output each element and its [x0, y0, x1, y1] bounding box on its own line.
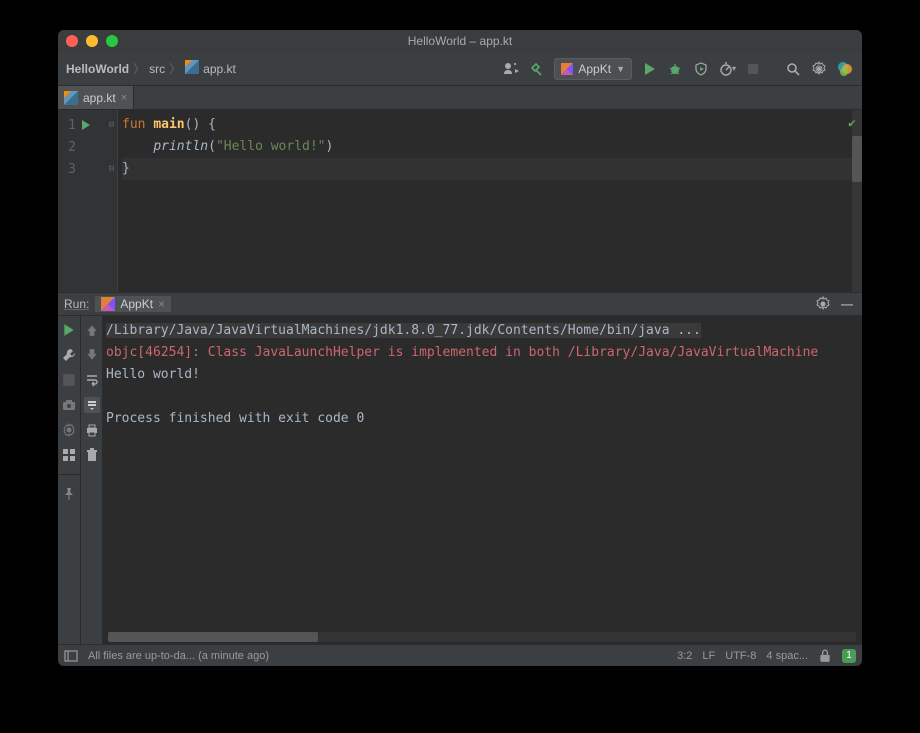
window-title: HelloWorld – app.kt — [58, 34, 862, 48]
line-number: 2 — [58, 140, 78, 155]
ide-window: HelloWorld – app.kt HelloWorld 〉 src 〉 a… — [58, 30, 862, 666]
kotlin-file-icon — [185, 60, 199, 77]
run-actions-left — [58, 316, 80, 644]
console-error-line: objc[46254]: Class JavaLaunchHelper is i… — [106, 342, 862, 364]
main-toolbar: HelloWorld 〉 src 〉 app.kt AppKt ▼ — [58, 52, 862, 86]
breadcrumb-project[interactable]: HelloWorld — [66, 62, 129, 76]
status-caret-position[interactable]: 3:2 — [677, 650, 692, 662]
profile-button-icon[interactable]: ▾ — [718, 60, 736, 78]
run-configuration-selector[interactable]: AppKt ▼ — [554, 58, 632, 80]
editor-vscrollbar-thumb[interactable] — [852, 136, 862, 182]
run-tab-label: AppKt — [120, 297, 153, 311]
pin-icon[interactable] — [61, 486, 77, 502]
titlebar: HelloWorld – app.kt — [58, 30, 862, 52]
readonly-lock-icon[interactable] — [818, 649, 832, 663]
run-actions-secondary — [80, 316, 102, 644]
down-arrow-icon[interactable] — [84, 347, 100, 363]
tool-window-toggle-icon[interactable] — [64, 649, 78, 663]
fold-column: ⊟ ⊟ — [106, 110, 118, 292]
scroll-to-end-icon[interactable] — [84, 397, 100, 413]
rerun-icon[interactable] — [61, 322, 77, 338]
fold-end-icon[interactable]: ⊟ — [106, 158, 117, 180]
code-text — [122, 139, 153, 154]
toolbar-actions: AppKt ▼ ▾ — [502, 58, 854, 80]
console-hscrollbar-thumb[interactable] — [108, 632, 318, 642]
string-literal: "Hello world!" — [216, 139, 326, 154]
settings-small-gear-icon[interactable] — [61, 422, 77, 438]
line-number: 3 — [58, 162, 78, 177]
breadcrumb-dir[interactable]: src — [149, 62, 165, 76]
run-config-label: AppKt — [578, 62, 611, 76]
ide-logo-icon[interactable] — [836, 60, 854, 78]
editor-tab-label: app.kt — [83, 91, 116, 105]
run-tab[interactable]: AppKt × — [95, 296, 171, 312]
console-hscrollbar[interactable] — [108, 632, 856, 642]
wrench-icon[interactable] — [61, 347, 77, 363]
keyword: fun — [122, 117, 153, 132]
stop-button-icon — [744, 60, 762, 78]
line-number: 1 — [58, 118, 78, 133]
console-output[interactable]: /Library/Java/JavaVirtualMachines/jdk1.8… — [102, 316, 862, 644]
close-tab-icon[interactable]: × — [158, 297, 165, 311]
run-tool-window: /Library/Java/JavaVirtualMachines/jdk1.8… — [58, 316, 862, 644]
build-hammer-icon[interactable] — [528, 60, 546, 78]
up-arrow-icon[interactable] — [84, 322, 100, 338]
close-tab-icon[interactable]: × — [121, 92, 127, 104]
breadcrumb-sep-icon: 〉 — [169, 60, 181, 77]
status-indent[interactable]: 4 spac... — [766, 650, 808, 662]
function-name: main — [153, 117, 184, 132]
search-everywhere-icon[interactable] — [784, 60, 802, 78]
run-gutter-icon[interactable] — [78, 120, 94, 130]
console-stdout-line: Hello world! — [106, 364, 862, 386]
breadcrumb: HelloWorld 〉 src 〉 app.kt — [66, 60, 496, 77]
soft-wrap-icon[interactable] — [84, 372, 100, 388]
breadcrumb-file[interactable]: app.kt — [203, 62, 236, 76]
run-header-label: Run: — [64, 297, 89, 311]
editor-tab-app-kt[interactable]: app.kt × — [58, 86, 134, 109]
status-bar: All files are up-to-da... (a minute ago)… — [58, 644, 862, 666]
add-configuration-icon[interactable] — [502, 60, 520, 78]
console-command-line: /Library/Java/JavaVirtualMachines/jdk1.8… — [106, 323, 701, 338]
function-call: println — [153, 139, 208, 154]
run-settings-gear-icon[interactable] — [814, 295, 832, 313]
editor-gutter: 1 2 3 — [58, 110, 106, 292]
stop-icon — [61, 372, 77, 388]
run-button-icon[interactable] — [640, 60, 658, 78]
settings-gear-icon[interactable] — [810, 60, 828, 78]
console-exit-line: Process finished with exit code 0 — [106, 408, 862, 430]
code-text: } — [122, 161, 130, 176]
notification-badge[interactable]: 1 — [842, 649, 856, 663]
run-tool-header: Run: AppKt × — — [58, 292, 862, 316]
trash-icon[interactable] — [84, 447, 100, 463]
kotlin-icon — [101, 297, 115, 311]
dropdown-arrow-icon: ▼ — [616, 64, 625, 74]
code-area[interactable]: fun main() { println("Hello world!") } — [118, 110, 862, 292]
breadcrumb-sep-icon: 〉 — [133, 60, 145, 77]
code-editor[interactable]: 1 2 3 ⊟ ⊟ fun main() { println("Hello wo… — [58, 110, 862, 292]
code-text: ) — [326, 139, 334, 154]
coverage-button-icon[interactable] — [692, 60, 710, 78]
hide-panel-icon[interactable]: — — [838, 295, 856, 313]
status-encoding[interactable]: UTF-8 — [725, 650, 756, 662]
status-line-sep[interactable]: LF — [702, 650, 715, 662]
status-sync-text: All files are up-to-da... (a minute ago) — [88, 650, 269, 662]
print-icon[interactable] — [84, 422, 100, 438]
code-text: () { — [185, 117, 216, 132]
code-text: ( — [208, 139, 216, 154]
camera-icon[interactable] — [61, 397, 77, 413]
fold-start-icon[interactable]: ⊟ — [106, 114, 117, 136]
editor-tabs: app.kt × — [58, 86, 862, 110]
layout-icon[interactable] — [61, 447, 77, 463]
debug-button-icon[interactable] — [666, 60, 684, 78]
kotlin-file-icon — [64, 91, 78, 105]
